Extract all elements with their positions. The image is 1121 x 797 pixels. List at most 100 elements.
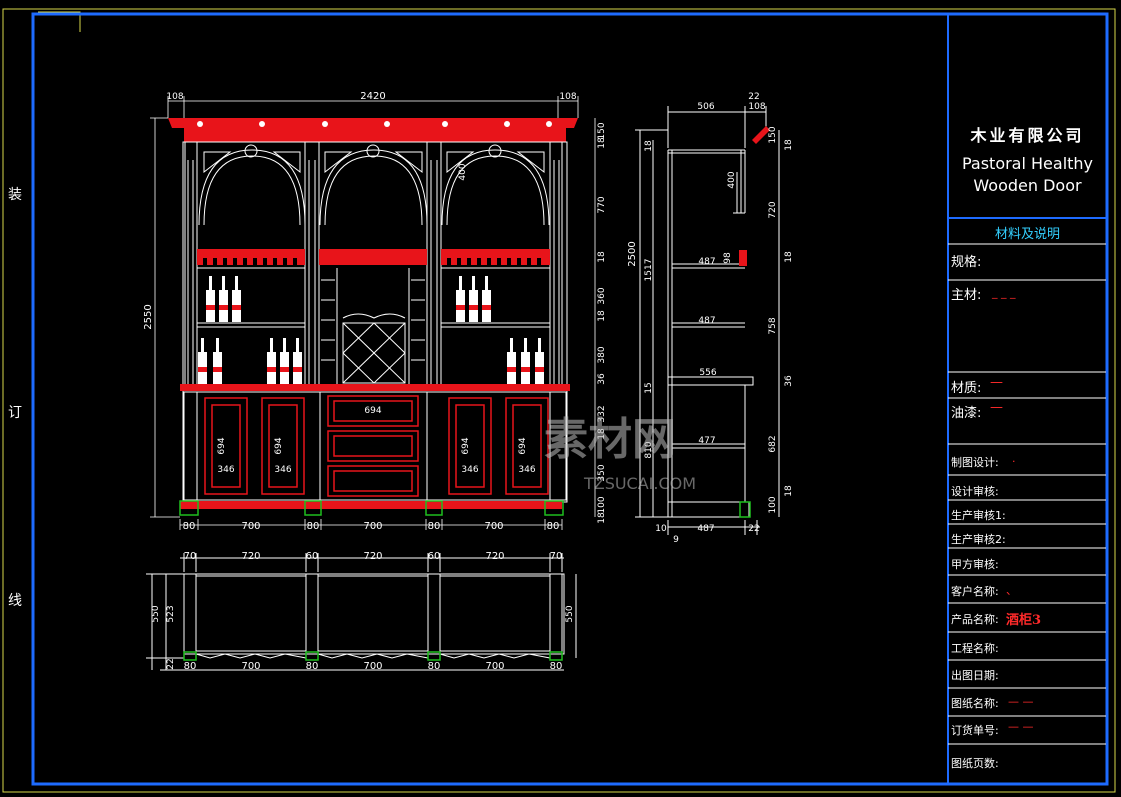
product-value: 酒柜3 [1006,613,1042,628]
project-label: 工程名称: [951,642,999,655]
drawing-name-label: 图纸名称: [951,697,999,710]
frieze-center [319,249,427,265]
svg-text:80: 80 [547,521,560,532]
svg-text:150: 150 [768,126,778,143]
svg-text:18: 18 [784,485,794,497]
svg-text:22: 22 [748,524,759,534]
binding-mark-zhuang: 装 [8,187,22,203]
binding-mark-ding: 订 [8,405,22,421]
svg-text:80: 80 [306,661,319,672]
order-no-label: 订货单号: [951,724,999,737]
bottle-labels [198,305,544,372]
binding-mark-xian: 线 [8,593,22,609]
svg-text:700: 700 [363,661,382,672]
company-english-1: Pastoral Healthy [961,154,1094,173]
drawing-name-value: — — [1008,695,1034,708]
svg-text:694: 694 [364,406,381,416]
svg-text:487: 487 [698,316,715,326]
svg-text:720: 720 [768,201,778,218]
side-dim-width: 506 [697,102,714,112]
front-dim-arch: 400 [458,163,468,180]
svg-text:700: 700 [363,521,382,532]
company-english-2: Wooden Door [973,176,1082,195]
svg-text:80: 80 [183,521,196,532]
svg-text:22: 22 [166,658,176,669]
svg-text:18: 18 [597,310,607,322]
svg-text:80: 80 [307,521,320,532]
svg-text:758: 758 [768,317,778,334]
svg-text:70: 70 [184,551,197,562]
front-dim-top-1: 2420 [360,91,385,102]
counter-top [180,384,570,391]
production-review-2-label: 生产审核2: [951,533,1006,546]
svg-text:477: 477 [698,436,715,446]
spec-label: 规格: [951,255,982,270]
svg-text:18: 18 [597,251,607,263]
svg-text:18: 18 [784,251,794,263]
svg-text:1517: 1517 [644,259,654,282]
svg-text:80: 80 [184,661,197,672]
svg-text:80: 80 [428,521,441,532]
front-cornice [168,118,578,142]
front-dim-height: 2550 [143,304,154,329]
wine-bottles [198,276,544,384]
svg-text:10: 10 [655,524,667,534]
svg-text:98: 98 [723,252,733,264]
main-material-value: _ _ _ [992,286,1016,299]
svg-text:150: 150 [597,122,607,139]
front-view: 108 2420 108 2550 400 150 18 770 18 360 … [143,91,607,532]
product-label: 产品名称: [951,613,999,626]
customer-label: 客户名称: [951,585,999,598]
svg-text:694: 694 [217,437,227,454]
svg-text:700: 700 [241,661,260,672]
svg-text:523: 523 [166,605,176,622]
svg-text:720: 720 [363,551,382,562]
svg-text:60: 60 [428,551,441,562]
date-label: 出图日期: [951,669,999,682]
svg-text:720: 720 [485,551,504,562]
svg-text:9: 9 [673,535,679,545]
svg-text:682: 682 [768,435,778,452]
svg-text:700: 700 [241,521,260,532]
materials-header: 材料及说明 [994,227,1060,242]
svg-text:346: 346 [518,465,535,475]
front-plinth [180,501,562,509]
svg-text:400: 400 [727,171,737,188]
svg-text:18: 18 [597,512,607,524]
drafter-value: . [1012,452,1016,465]
side-dim-top-108: 108 [748,102,765,112]
customer-value: 、 [1006,584,1017,597]
svg-text:694: 694 [461,437,471,454]
side-shelf-labels: 487 487 556 477 [698,257,716,446]
svg-text:346: 346 [461,465,478,475]
side-dims-right: 150 18 720 18 758 36 682 100 18 [768,126,794,513]
side-fascia [739,250,747,266]
watermark-sub: TZSUCAI.COM [583,474,696,493]
side-small-dims: 400 98 [723,171,737,264]
svg-text:487: 487 [698,257,715,267]
svg-text:15: 15 [644,382,654,393]
svg-text:36: 36 [597,373,607,385]
svg-text:360: 360 [597,287,607,304]
svg-text:700: 700 [484,521,503,532]
material-label: 材质: [951,381,982,396]
svg-text:70: 70 [550,551,563,562]
main-material-label: 主材: [951,288,982,303]
svg-text:346: 346 [274,465,291,475]
paint-value: — [990,400,1003,415]
client-review-label: 甲方审核: [951,558,999,571]
svg-text:694: 694 [518,437,528,454]
svg-text:18: 18 [644,140,654,152]
svg-text:18: 18 [784,139,794,151]
svg-text:100: 100 [597,496,607,513]
watermark-text: 素材网 [544,414,676,465]
side-dim-top-22: 22 [748,92,759,102]
pages-label: 图纸页数: [951,757,999,770]
svg-text:36: 36 [784,375,794,387]
svg-text:60: 60 [306,551,319,562]
design-review-label: 设计审核: [951,485,999,498]
plan-dims-top: 70 720 60 720 60 720 70 [184,551,563,562]
production-review-1-label: 生产审核1: [951,509,1006,522]
svg-text:80: 80 [428,661,441,672]
drafter-label: 制图设计: [951,456,999,469]
